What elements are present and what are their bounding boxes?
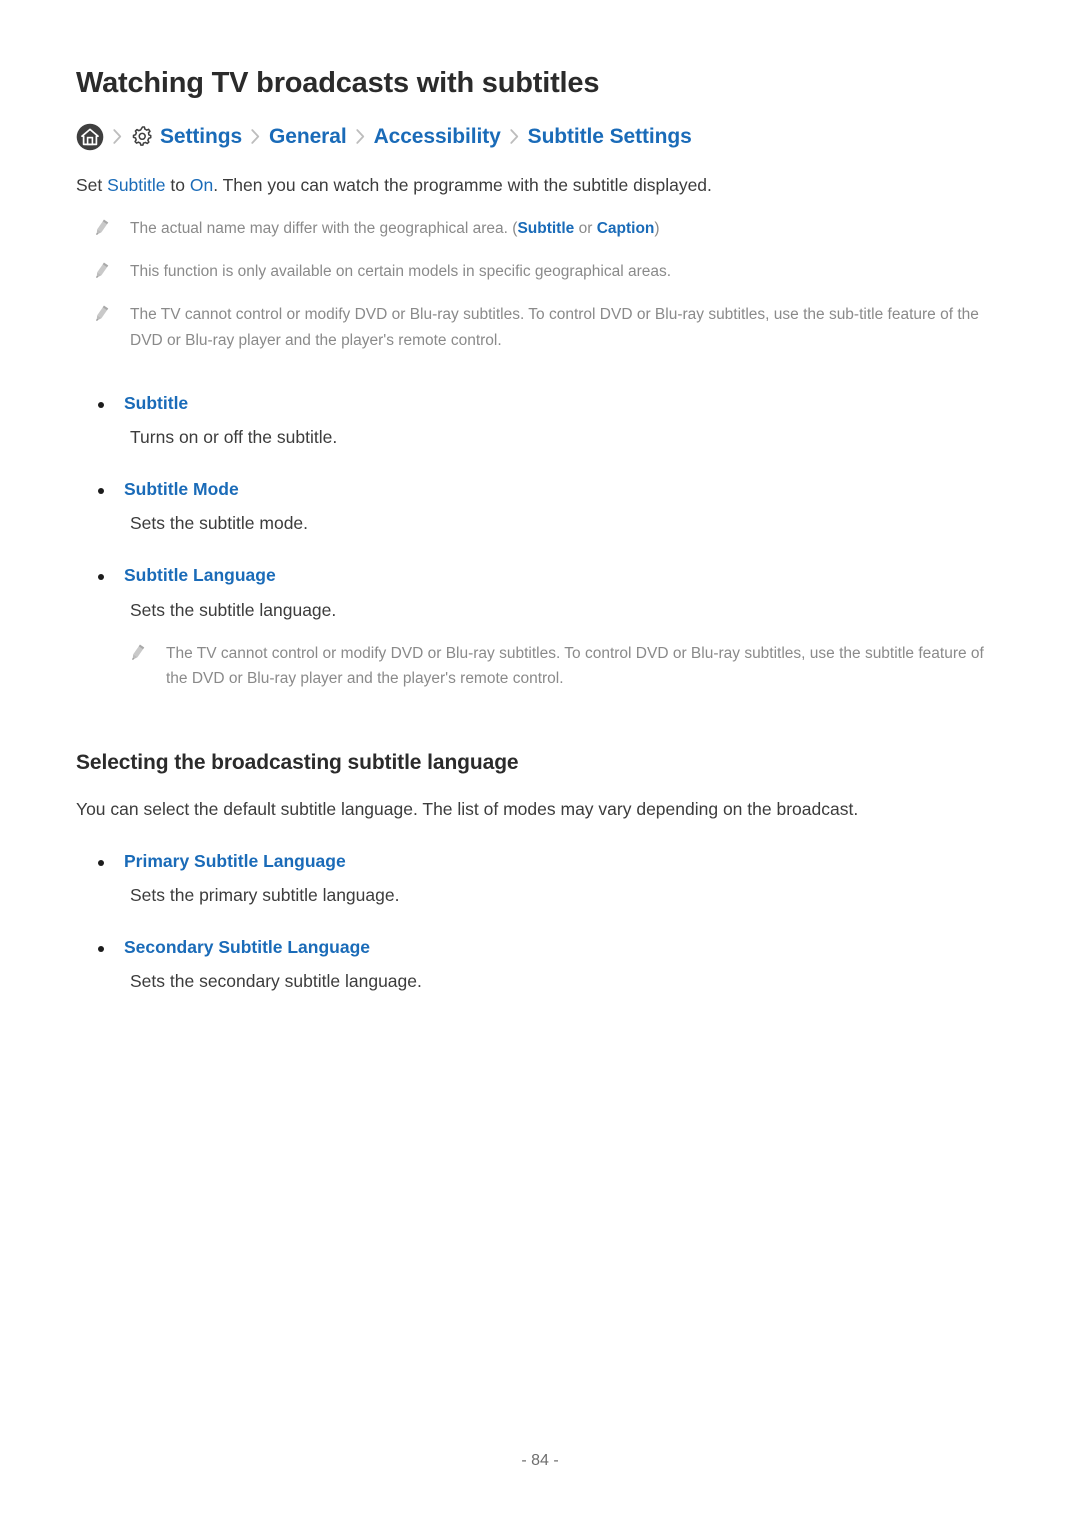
note-item: The TV cannot control or modify DVD or B…	[76, 302, 1004, 352]
list-item-label[interactable]: Subtitle Mode	[124, 478, 239, 501]
breadcrumb-item-settings[interactable]: Settings	[160, 125, 242, 149]
note-text-3: )	[654, 220, 660, 238]
bullet-dot-icon	[98, 573, 104, 580]
bullet-dot-icon	[98, 859, 104, 866]
list-item-description: Turns on or off the subtitle.	[130, 427, 338, 448]
chevron-right-icon	[355, 127, 366, 146]
note-item: The TV cannot control or modify DVD or B…	[76, 641, 1004, 691]
bullet-dot-icon	[98, 487, 104, 494]
note-text: This function is only available on certa…	[130, 263, 672, 281]
pencil-icon	[90, 260, 112, 282]
note-item: This function is only available on certa…	[76, 259, 1004, 284]
list-item-label[interactable]: Secondary Subtitle Language	[124, 936, 370, 959]
pencil-icon	[90, 217, 112, 239]
note-item: The actual name may differ with the geog…	[76, 216, 1004, 241]
list-item-label[interactable]: Subtitle	[124, 392, 188, 415]
intro-text-3: . Then you can watch the programme with …	[213, 174, 712, 195]
list-item-label[interactable]: Primary Subtitle Language	[124, 850, 346, 873]
list-item[interactable]: Subtitle	[76, 392, 1004, 415]
intro-text-1: Set	[76, 174, 108, 195]
breadcrumb-item-subtitle-settings[interactable]: Subtitle Settings	[528, 125, 692, 149]
pencil-icon	[126, 642, 148, 664]
list-item-description: Sets the subtitle language.	[130, 599, 337, 620]
gear-icon[interactable]	[131, 125, 154, 148]
note-text-1: The actual name may differ with the geog…	[130, 220, 518, 238]
note-text: The TV cannot control or modify DVD or B…	[166, 644, 984, 688]
intro-term-on: On	[189, 174, 214, 195]
intro-term-subtitle: Subtitle	[107, 174, 166, 195]
bullet-dot-icon	[98, 401, 104, 408]
section-intro-paragraph: You can select the default subtitle lang…	[76, 799, 859, 820]
note-text-2: or	[574, 220, 597, 238]
list-item-description: Sets the secondary subtitle language.	[130, 971, 422, 992]
breadcrumb-item-accessibility[interactable]: Accessibility	[374, 125, 501, 149]
breadcrumb-item-general[interactable]: General	[269, 125, 347, 149]
list-item-description: Sets the subtitle mode.	[130, 513, 309, 534]
intro-text-2: to	[165, 174, 190, 195]
note-term-subtitle: Subtitle	[517, 220, 575, 238]
intro-paragraph: Set Subtitle to On. Then you can watch t…	[76, 151, 1004, 198]
list-item[interactable]: Secondary Subtitle Language	[76, 936, 1004, 959]
section-heading: Selecting the broadcasting subtitle lang…	[76, 751, 519, 775]
note-text: The actual name may differ with the geog…	[130, 216, 1004, 241]
note-text: The TV cannot control or modify DVD or B…	[130, 306, 979, 349]
breadcrumb: Settings General Accessibility Subtitle …	[76, 123, 1004, 151]
chevron-right-icon	[250, 127, 261, 146]
list-item[interactable]: Subtitle Language	[76, 564, 1004, 587]
page-number: - 84 -	[521, 1452, 559, 1469]
chevron-right-icon	[509, 127, 520, 146]
bullet-dot-icon	[98, 945, 104, 952]
page-title: Watching TV broadcasts with subtitles	[76, 67, 600, 99]
list-item[interactable]: Primary Subtitle Language	[76, 850, 1004, 873]
list-item-label[interactable]: Subtitle Language	[124, 564, 276, 587]
chevron-right-icon	[112, 127, 123, 146]
pencil-icon	[90, 303, 112, 325]
list-item[interactable]: Subtitle Mode	[76, 478, 1004, 501]
note-term-caption: Caption	[596, 220, 655, 238]
document-page: Watching TV broadcasts with subtitles Se…	[0, 0, 1080, 1527]
list-item-description: Sets the primary subtitle language.	[130, 885, 400, 906]
home-icon[interactable]	[76, 123, 104, 151]
